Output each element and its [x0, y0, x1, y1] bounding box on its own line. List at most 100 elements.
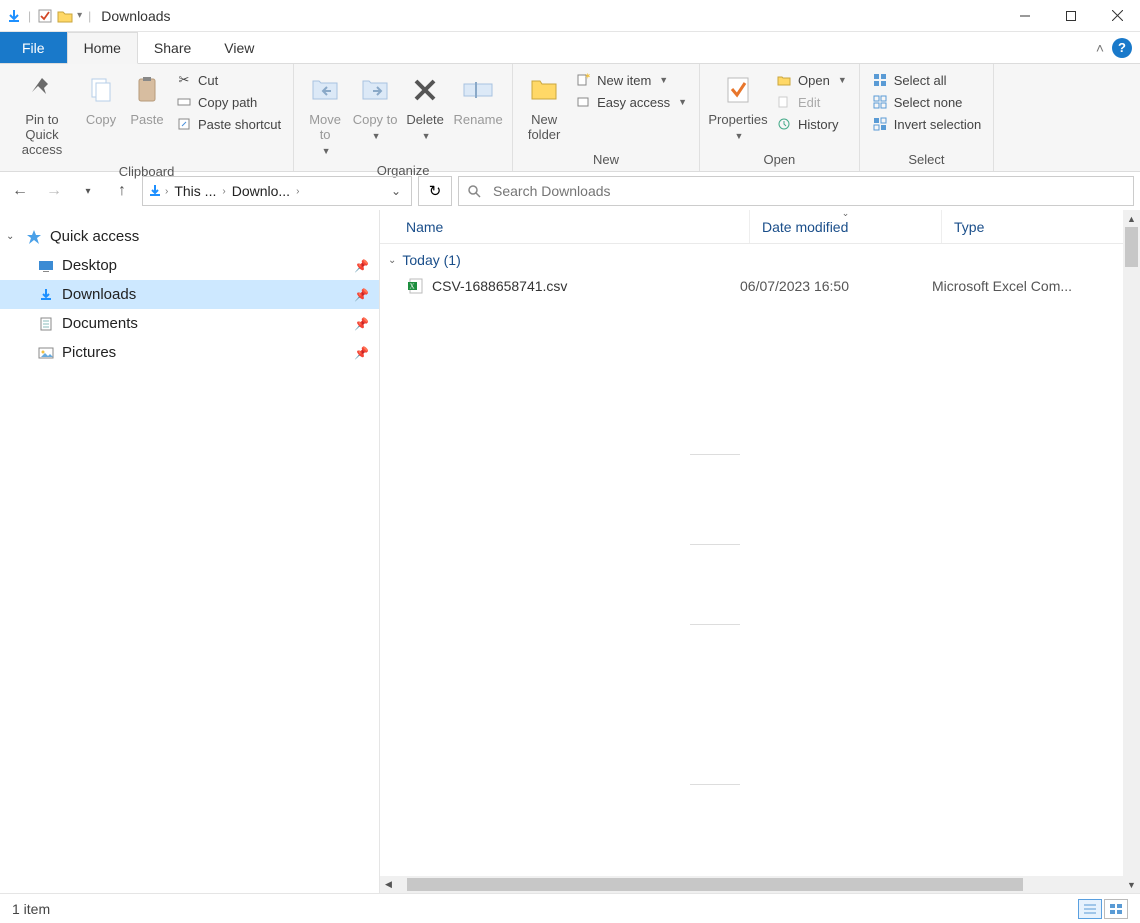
quick-access-toolbar: | ▾ |: [0, 8, 93, 24]
search-input[interactable]: [491, 182, 1125, 200]
file-row[interactable]: X CSV-1688658741.csv 06/07/2023 16:50 Mi…: [388, 274, 1140, 298]
scroll-up-icon[interactable]: ▲: [1123, 210, 1140, 227]
ribbon-group-clipboard: Pin to Quick access Copy Paste ✂Cut Copy…: [0, 64, 294, 171]
quick-access-icon: [24, 229, 44, 245]
recent-locations-button[interactable]: ▾: [74, 177, 102, 205]
column-date-modified[interactable]: ⌄Date modified: [750, 210, 942, 243]
chevron-down-icon: ⌄: [388, 255, 396, 266]
help-icon[interactable]: ?: [1112, 38, 1132, 58]
copy-button[interactable]: Copy: [78, 68, 124, 131]
quick-access-node[interactable]: ⌄ Quick access: [0, 222, 379, 251]
file-tab[interactable]: File: [0, 32, 67, 63]
column-name[interactable]: Name: [380, 210, 750, 243]
nav-desktop[interactable]: Desktop 📌: [0, 251, 379, 280]
search-icon: [467, 184, 481, 198]
share-tab[interactable]: Share: [138, 32, 208, 63]
collapse-ribbon-icon[interactable]: ˄: [1096, 40, 1104, 56]
search-box[interactable]: [458, 176, 1134, 206]
breadcrumb-downloads[interactable]: Downlo...: [228, 183, 294, 199]
faint-line: [690, 784, 740, 785]
status-bar: 1 item: [0, 893, 1140, 923]
paste-shortcut-button[interactable]: Paste shortcut: [174, 114, 283, 134]
details-view-button[interactable]: [1078, 899, 1102, 919]
ribbon-group-select: Select all Select none Invert selection …: [860, 64, 994, 171]
scroll-down-icon[interactable]: ▼: [1123, 876, 1140, 893]
new-item-button[interactable]: ✶New item▼: [573, 70, 689, 90]
chevron-right-icon[interactable]: ›: [163, 186, 170, 197]
nav-downloads[interactable]: Downloads 📌: [0, 280, 379, 309]
nav-pictures[interactable]: Pictures 📌: [0, 338, 379, 367]
column-type[interactable]: Type: [942, 210, 1140, 243]
pin-icon: 📌: [354, 288, 369, 302]
forward-button[interactable]: →: [40, 177, 68, 205]
move-to-button[interactable]: Move to▼: [300, 68, 350, 160]
new-folder-button[interactable]: New folder: [519, 68, 569, 146]
delete-button[interactable]: Delete▼: [400, 68, 450, 145]
separator: |: [28, 9, 31, 23]
address-bar[interactable]: › This ... › Downlo... › ⌄: [142, 176, 412, 206]
collapse-icon[interactable]: ⌄: [6, 231, 24, 242]
back-button[interactable]: ←: [6, 177, 34, 205]
window-controls: [1002, 0, 1140, 32]
qat-dropdown-icon[interactable]: ▾: [77, 10, 82, 21]
folder-qat-icon[interactable]: [57, 8, 73, 24]
select-all-button[interactable]: Select all: [870, 70, 983, 90]
copy-path-button[interactable]: Copy path: [174, 92, 283, 112]
easy-access-button[interactable]: Easy access▼: [573, 92, 689, 112]
delete-icon: [407, 72, 443, 108]
ribbon-group-new: New folder ✶New item▼ Easy access▼ New: [513, 64, 700, 171]
checkbox-qat-icon[interactable]: [37, 8, 53, 24]
vertical-scrollbar[interactable]: ▲ ▼: [1123, 210, 1140, 893]
view-tab[interactable]: View: [208, 32, 271, 63]
faint-line: [690, 544, 740, 545]
pin-icon: 📌: [354, 317, 369, 331]
home-tab[interactable]: Home: [67, 32, 138, 64]
refresh-button[interactable]: ↻: [418, 176, 452, 206]
rename-button[interactable]: Rename: [450, 68, 506, 131]
downloads-icon: [36, 287, 56, 303]
nav-documents[interactable]: Documents 📌: [0, 309, 379, 338]
history-button[interactable]: History: [774, 114, 849, 134]
edit-button[interactable]: Edit: [774, 92, 849, 112]
svg-text:✶: ✶: [584, 73, 590, 81]
rename-icon: [460, 72, 496, 108]
close-button[interactable]: [1094, 0, 1140, 32]
scroll-thumb[interactable]: [407, 878, 1023, 891]
ribbon-group-organize: Move to▼ Copy to▼ Delete▼ Rename Organiz…: [294, 64, 513, 171]
history-icon: [776, 116, 792, 132]
paste-button[interactable]: Paste: [124, 68, 170, 131]
file-list[interactable]: ⌄ Today (1) X CSV-1688658741.csv 06/07/2…: [380, 244, 1140, 876]
maximize-button[interactable]: [1048, 0, 1094, 32]
svg-text:X: X: [410, 283, 415, 291]
cut-button[interactable]: ✂Cut: [174, 70, 283, 90]
open-button[interactable]: Open▼: [774, 70, 849, 90]
cut-icon: ✂: [176, 72, 192, 88]
pin-icon: 📌: [354, 259, 369, 273]
scroll-left-icon[interactable]: ◀: [380, 876, 397, 893]
group-header-today[interactable]: ⌄ Today (1): [388, 244, 1140, 274]
edit-icon: [776, 94, 792, 110]
content-pane: Name ⌄Date modified Type ⌄ Today (1) X C…: [380, 210, 1140, 893]
address-dropdown-icon[interactable]: ⌄: [385, 184, 407, 198]
properties-button[interactable]: Properties▼: [706, 68, 770, 145]
copy-icon: [83, 72, 119, 108]
up-button[interactable]: ↑: [108, 177, 136, 205]
pin-to-quick-access-button[interactable]: Pin to Quick access: [6, 68, 78, 161]
paste-shortcut-icon: [176, 116, 192, 132]
horizontal-scrollbar[interactable]: ◀ ▶: [380, 876, 1140, 893]
invert-selection-button[interactable]: Invert selection: [870, 114, 983, 134]
easy-access-icon: [575, 94, 591, 110]
scroll-thumb[interactable]: [1125, 227, 1138, 267]
thumbnails-view-button[interactable]: [1104, 899, 1128, 919]
breadcrumb-this-pc[interactable]: This ...: [170, 183, 220, 199]
copy-to-button[interactable]: Copy to▼: [350, 68, 400, 145]
window-title: Downloads: [101, 8, 170, 24]
minimize-button[interactable]: [1002, 0, 1048, 32]
pictures-icon: [36, 345, 56, 361]
open-icon: [776, 72, 792, 88]
ribbon-group-label: New: [519, 149, 693, 171]
select-none-button[interactable]: Select none: [870, 92, 983, 112]
excel-file-icon: X: [408, 278, 424, 294]
chevron-right-icon[interactable]: ›: [294, 186, 301, 197]
chevron-right-icon[interactable]: ›: [220, 186, 227, 197]
